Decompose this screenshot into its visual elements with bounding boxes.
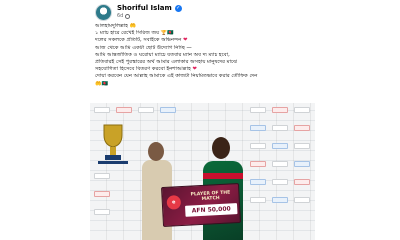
sponsor-logo bbox=[294, 143, 310, 149]
sponsor-logo bbox=[116, 107, 132, 113]
sponsor-logo bbox=[272, 107, 288, 113]
caption-text: দলের সকলকে প্রতিটি, সবাইকে অভিনন্দন bbox=[95, 37, 182, 44]
heart-icon: ❤ bbox=[183, 37, 188, 44]
post-photo[interactable]: e PLAYER OF THE MATCH AFN 50,000 bbox=[90, 103, 315, 240]
sponsor-logo bbox=[272, 125, 288, 131]
sponsor-logo bbox=[94, 107, 110, 113]
author-name[interactable]: Shoriful Islam bbox=[117, 5, 172, 12]
sponsor-logo bbox=[94, 173, 110, 179]
award-amount: AFN 50,000 bbox=[185, 203, 238, 217]
award-title: PLAYER OF THE MATCH bbox=[190, 190, 231, 202]
author-avatar[interactable] bbox=[95, 3, 112, 21]
sponsor-logo bbox=[160, 107, 176, 113]
award-board: e PLAYER OF THE MATCH AFN 50,000 bbox=[161, 182, 241, 228]
sponsor-logo bbox=[250, 125, 266, 131]
globe-icon bbox=[125, 14, 131, 19]
sponsor-logo bbox=[272, 161, 288, 167]
presenter-head bbox=[148, 142, 164, 161]
sponsor-logo bbox=[294, 197, 310, 203]
jersey-stripe bbox=[203, 173, 243, 179]
post-timestamp[interactable]: 6d bbox=[117, 14, 123, 19]
sponsor-logo bbox=[250, 107, 266, 113]
post-caption: আলহামদুলিল্লাহ 🤲 ১ ম্যাচ হারে রেখেই সিরি… bbox=[95, 23, 315, 88]
caption-line: ১ ম্যাচ হারে রেখেই সিরিজ জয় 🏆🇧🇩 bbox=[95, 30, 174, 37]
sponsor-logo bbox=[250, 197, 266, 203]
caption-line: দলের সকলকে প্রতিটি, সবাইকে অভিনন্দন ❤ bbox=[95, 37, 315, 44]
sponsor-logo bbox=[94, 191, 110, 197]
facebook-post: Shoriful Islam ✓ 6d আলহামদুলিল্লাহ 🤲 ১ ম… bbox=[0, 0, 400, 240]
author-row: Shoriful Islam ✓ bbox=[117, 5, 182, 12]
sponsor-logo bbox=[294, 161, 310, 167]
heart-icon: ❤ bbox=[192, 66, 197, 73]
sponsor-logo bbox=[250, 179, 266, 185]
post-header: Shoriful Islam ✓ 6d bbox=[95, 2, 315, 22]
sponsor-logo bbox=[250, 143, 266, 149]
caption-line: সহযোগিতা হিসেবে বিতরণ করবো ইনশাআল্লাহ ❤ bbox=[95, 66, 315, 73]
board-sponsor-logo: e bbox=[166, 195, 182, 210]
sponsor-logo bbox=[272, 143, 288, 149]
caption-line: আলহামদুলিল্লাহ 🤲 bbox=[95, 23, 137, 29]
player-head bbox=[212, 137, 230, 159]
sponsor-logo bbox=[294, 125, 310, 131]
caption-line: আমি আন্তর্জাতিক ও ঘরোয়া ম্যাচে যতবার ম্… bbox=[95, 51, 230, 58]
verified-badge-icon: ✓ bbox=[174, 5, 182, 12]
sponsor-logo bbox=[294, 179, 310, 185]
caption-line: 🤲🇧🇩 bbox=[95, 80, 108, 87]
sponsor-logo bbox=[94, 209, 110, 215]
caption-line: প্রতিবারই সেই পুরস্কারের অর্থ আমার এলাকা… bbox=[95, 59, 238, 66]
sponsor-logo bbox=[272, 197, 288, 203]
caption-line: আজ থেকে আমি একটা ছোট উদ্যোগ নিচ্ছি — bbox=[95, 44, 192, 51]
sponsor-logo bbox=[138, 107, 154, 113]
sponsor-logo bbox=[250, 161, 266, 167]
caption-text: সহযোগিতা হিসেবে বিতরণ করবো ইনশাআল্লাহ bbox=[95, 66, 191, 73]
post-meta: Shoriful Islam ✓ 6d bbox=[117, 5, 182, 19]
timestamp-row: 6d bbox=[117, 14, 182, 19]
caption-line: দোয়া করবেন যেন আল্লাহ আমাকে এই কাজটা নি… bbox=[95, 73, 258, 80]
trophy-logo-icon bbox=[98, 124, 128, 164]
sponsor-logo bbox=[294, 107, 310, 113]
sponsor-logo bbox=[272, 179, 288, 185]
